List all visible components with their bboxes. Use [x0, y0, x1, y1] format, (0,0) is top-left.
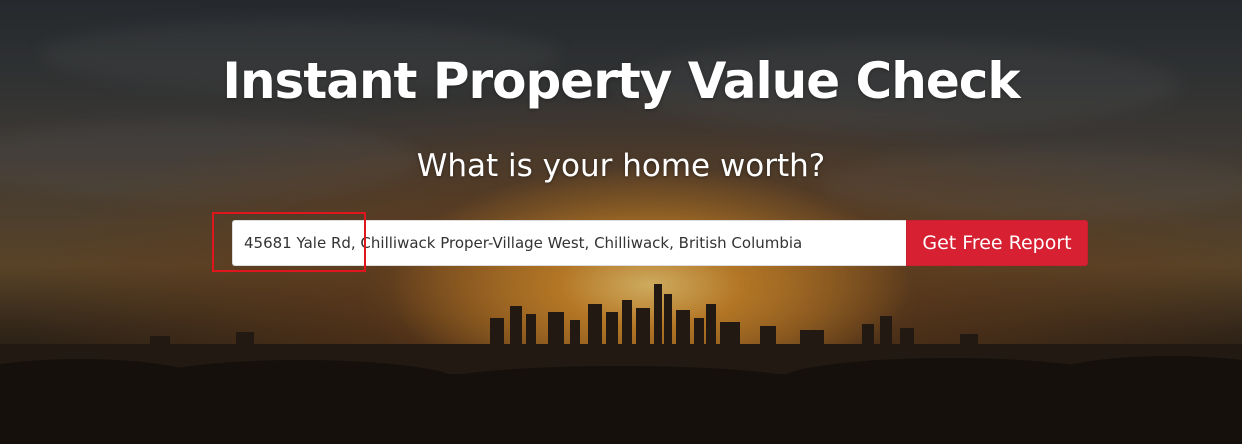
get-free-report-button[interactable]: Get Free Report — [906, 220, 1088, 266]
hero-section: Instant Property Value Check What is you… — [0, 0, 1242, 444]
page-subtitle: What is your home worth? — [416, 148, 826, 184]
page-title: Instant Property Value Check — [222, 52, 1020, 110]
highlight-annotation — [212, 212, 366, 272]
